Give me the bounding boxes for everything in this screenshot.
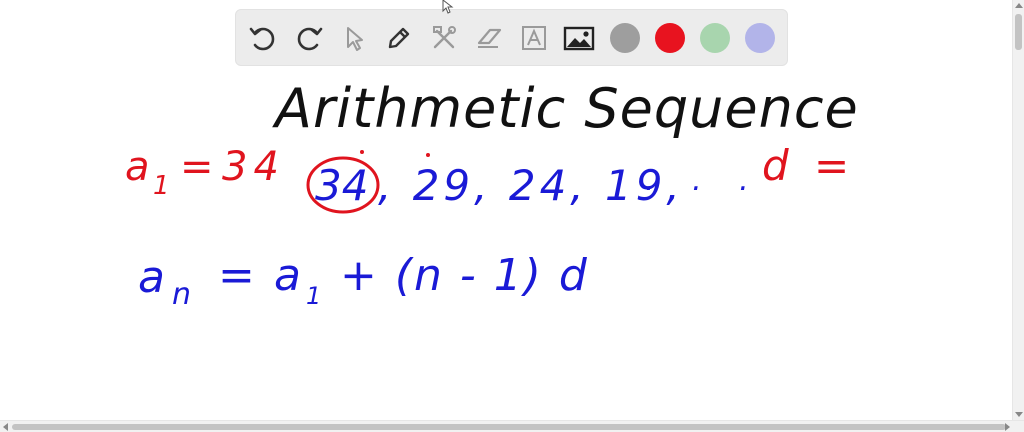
color-swatch-green[interactable] <box>700 23 730 53</box>
board-title: Arithmetic Sequence <box>272 77 859 140</box>
pen-icon[interactable] <box>382 21 416 55</box>
common-difference-label: d = <box>762 141 855 190</box>
vertical-scroll-thumb[interactable] <box>1015 14 1022 50</box>
scroll-right-arrow-icon[interactable] <box>1005 423 1010 431</box>
sequence-first-term: 34 <box>315 161 368 210</box>
color-swatch-red[interactable] <box>655 23 685 53</box>
scroll-down-arrow-icon[interactable] <box>1015 412 1023 417</box>
color-swatch-purple[interactable] <box>745 23 775 53</box>
red-dot-mark <box>426 153 430 157</box>
text-icon[interactable] <box>517 21 551 55</box>
whiteboard-canvas[interactable]: Arithmetic Sequence a 1 = 34 34 , 29, 24… <box>0 0 1012 420</box>
red-dot-mark <box>360 150 364 154</box>
drawing-toolbar <box>235 9 788 66</box>
mouse-cursor-icon <box>442 0 454 14</box>
horizontal-scroll-thumb[interactable] <box>12 424 1006 430</box>
sequence-ellipsis: . . . <box>645 163 763 198</box>
undo-icon[interactable] <box>246 21 280 55</box>
scroll-left-arrow-icon[interactable] <box>3 423 8 431</box>
redo-icon[interactable] <box>292 21 326 55</box>
horizontal-scrollbar[interactable] <box>0 420 1024 432</box>
pointer-icon[interactable] <box>337 21 371 55</box>
formula-an-subscript: n <box>172 277 191 312</box>
formula-equals: = <box>218 250 255 301</box>
tools-icon[interactable] <box>427 21 461 55</box>
first-term-equals: = <box>180 144 214 190</box>
vertical-scrollbar[interactable] <box>1012 0 1024 420</box>
scroll-up-arrow-icon[interactable] <box>1015 3 1023 8</box>
image-icon[interactable] <box>562 21 596 55</box>
formula-rest: + (n - 1) d <box>340 250 589 301</box>
formula-an: a <box>138 252 165 303</box>
first-term-value: 34 <box>222 144 285 190</box>
color-swatch-gray[interactable] <box>610 23 640 53</box>
formula-a1-subscript: 1 <box>306 282 321 310</box>
first-term-subscript: 1 <box>153 171 170 201</box>
sequence-terms: , 29, 24, 19, <box>378 161 684 210</box>
first-term-a: a <box>125 144 150 190</box>
formula-a1: a <box>274 250 301 301</box>
eraser-icon[interactable] <box>472 21 506 55</box>
